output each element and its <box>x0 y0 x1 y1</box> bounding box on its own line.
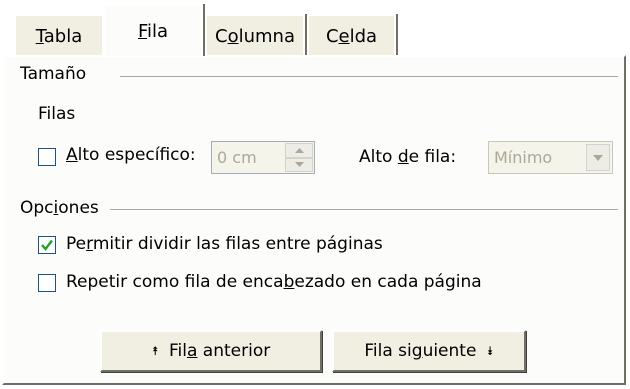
tab-table-label: Tabla <box>35 25 83 47</box>
triangle-up-icon <box>294 147 304 153</box>
double-arrow-up-icon: ⯭ <box>151 343 159 358</box>
allow-split-label[interactable]: Permitir dividir las filas entre páginas <box>66 234 383 254</box>
dropdown-arrow-button[interactable] <box>586 144 610 171</box>
specific-height-checkbox[interactable] <box>38 148 56 166</box>
size-group-title: Tamaño <box>20 64 95 84</box>
next-row-label: Fila siguiente <box>364 341 477 361</box>
specific-height-label[interactable]: Alto específico: <box>66 145 196 165</box>
row-height-label: Alto de fila: <box>359 147 457 167</box>
previous-row-label: Fila anterior <box>168 341 271 361</box>
triangle-down-icon <box>294 162 304 168</box>
row-height-select-value: Mínimo <box>494 148 553 167</box>
row-height-select[interactable]: Mínimo <box>488 141 613 174</box>
spinner-buttons <box>285 143 313 172</box>
allow-split-checkbox[interactable] <box>38 236 56 254</box>
checkmark-icon <box>41 239 53 251</box>
previous-row-button[interactable]: ⯭ Fila anterior <box>100 330 322 372</box>
double-arrow-down-icon: ⯯ <box>486 343 494 358</box>
tab-cell[interactable]: Celda <box>307 14 396 56</box>
options-group-title: Opciones <box>20 198 107 218</box>
options-group-divider <box>110 209 618 211</box>
tab-cell-label: Celda <box>325 25 378 47</box>
chevron-down-icon <box>593 154 603 161</box>
size-group-divider <box>120 76 618 78</box>
tab-strip: Tabla Fila Columna Celda <box>0 0 630 56</box>
repeat-header-label[interactable]: Repetir como fila de encabezado en cada … <box>66 272 482 292</box>
next-row-button[interactable]: Fila siguiente ⯯ <box>332 330 526 372</box>
spinner-up-button[interactable] <box>285 143 313 158</box>
tab-row[interactable]: Fila <box>103 4 203 56</box>
spinner-down-button[interactable] <box>285 157 313 172</box>
tab-column-label: Columna <box>215 25 295 47</box>
height-spinner[interactable]: 0 cm <box>211 141 315 174</box>
repeat-header-checkbox[interactable] <box>38 274 56 292</box>
tab-row-label: Fila <box>137 20 169 42</box>
rows-subtitle: Filas <box>38 104 76 124</box>
tab-column[interactable]: Columna <box>205 14 305 56</box>
tab-table[interactable]: Tabla <box>14 14 104 56</box>
height-value: 0 cm <box>217 148 257 167</box>
